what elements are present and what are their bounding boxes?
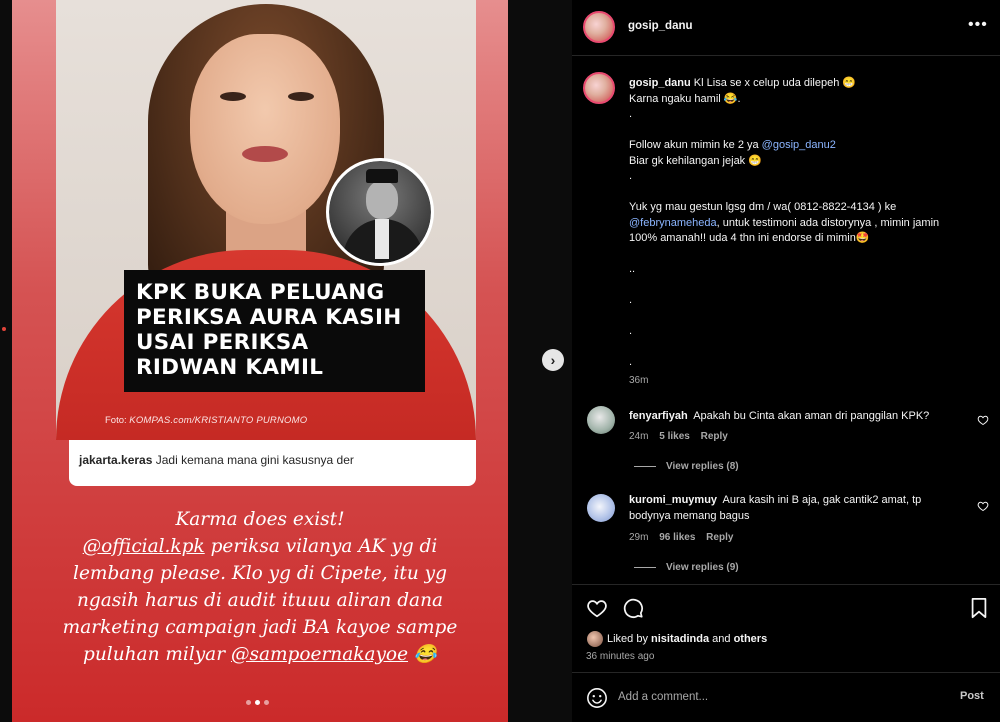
story-overlay-caption: Karma does exist! @official.kpk periksa … [62, 509, 458, 665]
headline-line: RIDWAN KAMIL [136, 355, 324, 380]
post-header: gosip_danu ••• [572, 0, 1000, 56]
post-media[interactable]: KPK BUKA PELUANG PERIKSA AURA KASIH USAI… [12, 0, 508, 722]
post-caption: gosip_danu Kl Lisa se x celup uda dilepe… [629, 77, 940, 368]
embedded-comment-text: Jadi kemana mana gini kasusnya der [155, 453, 354, 467]
headline-line: USAI PERIKSA [136, 330, 309, 355]
page-indicator-dot [2, 327, 6, 331]
photo-eye-left [220, 92, 246, 101]
comment-username[interactable]: kuromi_muymuy [629, 494, 717, 506]
comment-meta: 29m 96 likes Reply [629, 532, 734, 543]
comment-username[interactable]: fenyarfiyah [629, 410, 688, 422]
photo-face [190, 34, 340, 224]
photo-eye-right [288, 92, 314, 101]
embedded-comment-card: jakarta.keras Jadi kemana mana gini kasu… [69, 440, 476, 486]
photo-credit: Foto: KOMPAS.com/KRISTIANTO PURNOMO [105, 415, 308, 426]
instagram-post-modal: KPK BUKA PELUANG PERIKSA AURA KASIH USAI… [0, 0, 1000, 722]
comment-like-icon[interactable] [977, 500, 989, 512]
news-headline: KPK BUKA PELUANG PERIKSA AURA KASIH USAI… [124, 270, 425, 392]
chevron-right-icon: › [550, 352, 556, 368]
caption-timestamp[interactable]: 36m [629, 375, 648, 386]
more-icon[interactable]: ••• [968, 16, 988, 34]
mention-link[interactable]: @gosip_danu2 [762, 139, 836, 151]
post-details-panel: gosip_danu ••• gosip_danu Kl Lisa se x c… [572, 0, 1000, 722]
comment-input[interactable] [618, 685, 938, 709]
headline-line: KPK BUKA PELUANG [136, 280, 385, 305]
author-avatar[interactable] [583, 11, 615, 43]
post-actions: Liked by nisitadinda and others 36 minut… [572, 584, 1000, 670]
commenter-avatar[interactable] [587, 494, 615, 522]
caption-avatar[interactable] [583, 72, 615, 104]
liked-by-text[interactable]: Liked by nisitadinda and others [607, 633, 767, 645]
photo-lips [242, 146, 288, 162]
author-username[interactable]: gosip_danu [628, 20, 693, 32]
comment-like-icon[interactable] [977, 414, 989, 426]
headline-line: PERIKSA AURA KASIH [136, 305, 402, 330]
post-timestamp: 36 minutes ago [586, 651, 655, 662]
mention-link[interactable]: @febrynameheda [629, 217, 717, 229]
comment-meta: 24m 5 likes Reply [629, 431, 728, 442]
comment-text: fenyarfiyah Apakah bu Cinta akan aman dr… [629, 410, 930, 422]
heart-icon[interactable] [586, 597, 608, 619]
carousel-dot-active[interactable] [255, 700, 260, 705]
carousel-dot[interactable] [246, 700, 251, 705]
reply-button[interactable]: Reply [706, 532, 733, 543]
emoji-icon[interactable] [586, 687, 608, 709]
add-comment-bar: Post [572, 672, 1000, 722]
reply-button[interactable]: Reply [701, 431, 728, 442]
view-replies-button[interactable]: View replies (8) [634, 461, 739, 472]
commenter-avatar[interactable] [587, 406, 615, 434]
comment-text: kuromi_muymuy Aura kasih ini B aja, gak … [629, 494, 922, 522]
caption-username[interactable]: gosip_danu [629, 77, 691, 89]
carousel-dot[interactable] [264, 700, 269, 705]
view-replies-button[interactable]: View replies (9) [634, 562, 739, 573]
next-slide-button[interactable]: › [542, 349, 564, 371]
save-icon[interactable] [969, 597, 989, 619]
comment-icon[interactable] [622, 597, 644, 619]
embedded-comment-user: jakarta.keras [79, 453, 153, 467]
liker-avatar[interactable] [587, 631, 603, 647]
post-comment-button[interactable]: Post [960, 690, 984, 702]
inset-portrait [326, 158, 434, 266]
